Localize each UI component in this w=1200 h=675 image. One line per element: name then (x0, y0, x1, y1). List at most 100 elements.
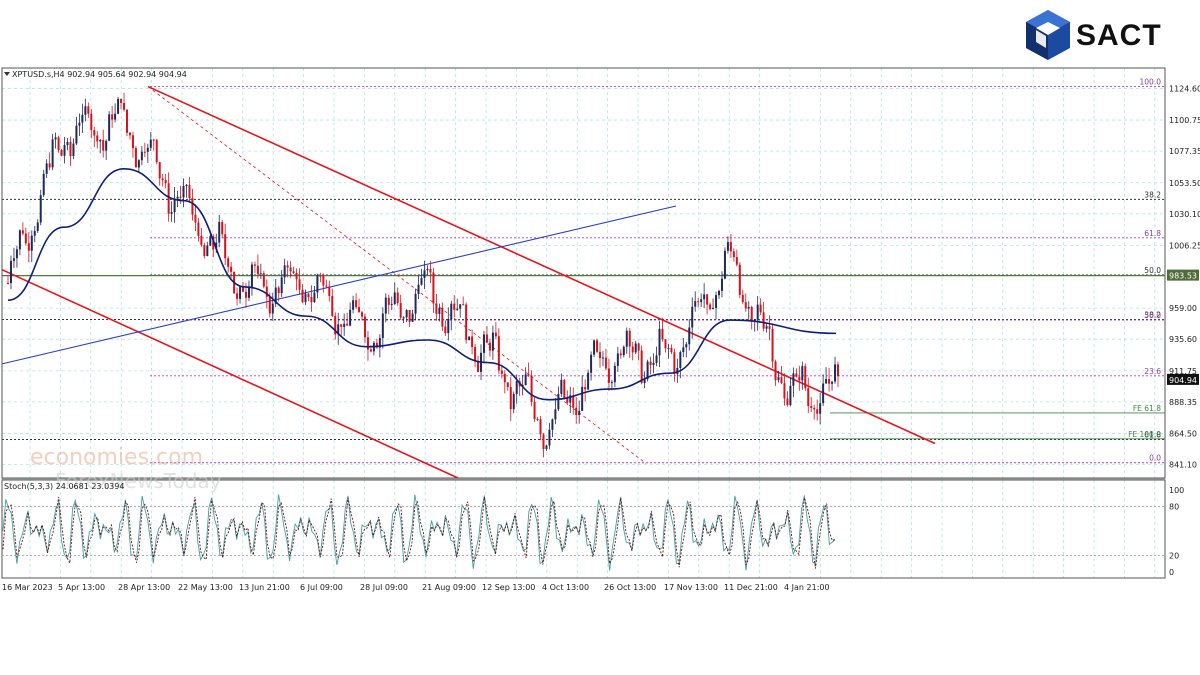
candle-body (93, 130, 96, 136)
candle-body (423, 270, 426, 279)
y-tick-label: 841.10 (1169, 461, 1197, 470)
logo-text: SACT (1076, 19, 1162, 52)
candle-body (387, 297, 390, 305)
candle-body (289, 267, 292, 272)
candle-body (703, 294, 706, 300)
rising-trendline (1, 205, 677, 365)
candle-body (105, 140, 108, 151)
fib-level-label: 100.0 (1140, 78, 1162, 87)
candle-body (780, 377, 783, 384)
candle-body (465, 304, 468, 341)
sact-logo: SACT (1020, 6, 1190, 64)
candle-body (491, 332, 494, 351)
candle-body (825, 379, 828, 384)
candle-body (563, 379, 566, 399)
candle-body (280, 277, 283, 294)
candle-body (664, 339, 667, 349)
candle-body (414, 293, 417, 314)
candle-body (789, 385, 792, 406)
candle-body (723, 250, 726, 279)
candle-body (253, 264, 256, 266)
candle-body (182, 185, 185, 198)
candle-body (343, 323, 346, 327)
candle-body (87, 106, 90, 114)
candle-body (134, 148, 137, 168)
candle-body (438, 307, 441, 314)
fib-level-label: 38.2 (1144, 190, 1161, 199)
candle-body (123, 102, 126, 110)
candle-body (9, 260, 12, 284)
candle-body (527, 374, 530, 376)
trend-lines (1, 85, 936, 479)
candle-body (685, 344, 688, 348)
candle-body (200, 235, 203, 245)
x-tick-label: 5 Apr 13:00 (58, 583, 105, 592)
candle-body (601, 357, 604, 359)
candle-body (542, 434, 545, 450)
candle-body (84, 106, 87, 115)
fibonacci-levels: 100.038.261.850.038.250.023.661.80.0FE 6… (2, 78, 1165, 464)
fib-level-label: 61.8 (1144, 229, 1161, 238)
candle-body (292, 271, 295, 273)
candle-body (128, 132, 131, 136)
candle-body (310, 296, 313, 303)
candle-body (679, 352, 682, 369)
candle-body (262, 273, 265, 287)
candle-body (831, 381, 834, 384)
candle-body (143, 151, 146, 153)
candle-body (283, 265, 286, 278)
candle-body (604, 357, 607, 369)
candle-body (786, 398, 789, 406)
candle-body (170, 212, 173, 214)
candle-body (286, 265, 289, 268)
candle-body (533, 401, 536, 419)
candle-body (369, 349, 372, 352)
candle-body (194, 214, 197, 223)
candle-body (557, 393, 560, 410)
stochastic-panel (2, 494, 1165, 571)
candle-body (426, 268, 429, 271)
candle-body (206, 245, 209, 257)
candle-body (140, 151, 143, 161)
x-tick-label: 21 Aug 09:00 (422, 583, 476, 592)
stoch-level-label: 20 (1169, 552, 1179, 561)
candle-body (114, 113, 117, 120)
candle-body (477, 361, 480, 372)
stoch-level-label: 0 (1169, 568, 1174, 577)
candle-body (102, 140, 105, 151)
x-tick-label: 4 Oct 13:00 (542, 583, 589, 592)
candle-body (224, 234, 227, 259)
candle-body (834, 364, 837, 382)
candle-body (515, 381, 518, 394)
candle-body (697, 301, 700, 303)
candle-body (7, 282, 9, 284)
candle-body (155, 139, 158, 163)
last-price-label: 904.94 (1169, 376, 1197, 385)
candle-body (30, 235, 33, 251)
candle-body (60, 149, 63, 156)
x-tick-label: 12 Sep 13:00 (482, 583, 535, 592)
candle-body (277, 287, 280, 294)
candle-body (390, 303, 393, 305)
candle-body (765, 326, 768, 329)
candle-body (631, 346, 634, 353)
candle-body (670, 347, 673, 353)
candle-body (411, 313, 414, 322)
candle-body (706, 294, 709, 305)
candle-body (613, 365, 616, 383)
y-tick-label: 1077.35 (1169, 147, 1200, 156)
x-tick-label: 28 Apr 13:00 (118, 583, 170, 592)
candle-body (509, 386, 512, 410)
candle-body (593, 340, 596, 355)
stoch-level-label: 100 (1169, 486, 1184, 495)
candle-body (69, 141, 72, 157)
candle-body (72, 143, 75, 157)
candle-body (726, 242, 729, 251)
candle-body (24, 233, 27, 244)
candle-body (524, 374, 527, 385)
candle-body (661, 328, 664, 340)
candle-body (474, 347, 477, 362)
candle-body (117, 98, 120, 114)
candle-body (744, 302, 747, 309)
price-chart: 100.038.261.850.038.250.023.661.80.0FE 6… (1, 67, 1200, 592)
